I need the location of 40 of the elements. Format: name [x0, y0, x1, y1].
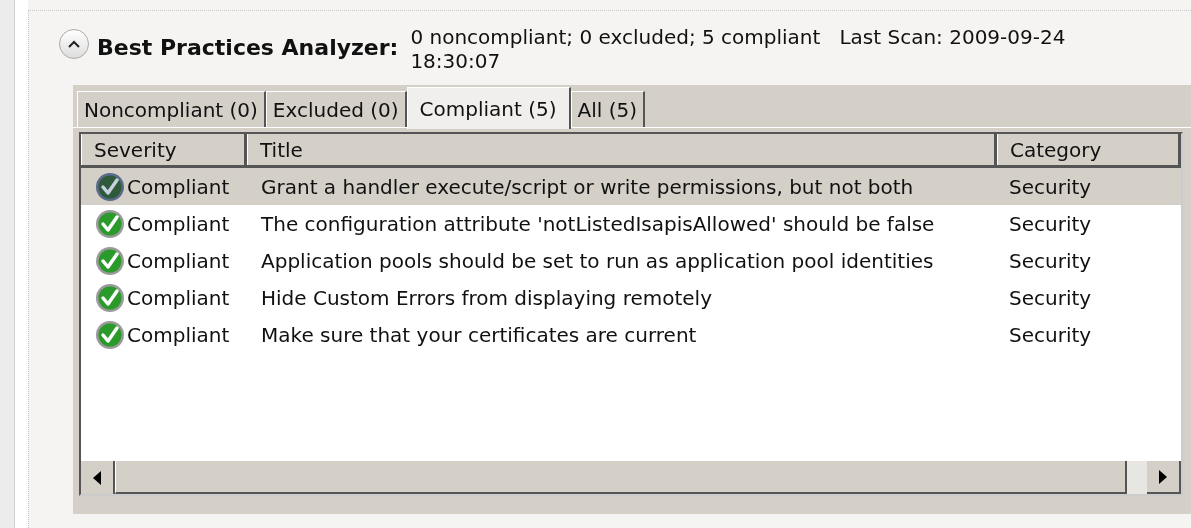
tab[interactable]: All (5): [570, 91, 646, 127]
tab[interactable]: Noncompliant (0): [77, 91, 266, 127]
category-cell: Security: [1009, 248, 1092, 273]
column-header[interactable]: Category: [997, 134, 1181, 165]
title-cell: The configuration attribute 'notListedIsapisAllowed' should be false: [261, 211, 935, 236]
check-icon: [95, 282, 125, 313]
title-cell: Application pools should be set to run as application pool identities: [261, 248, 934, 273]
severity-cell-text: Compliant: [127, 321, 230, 349]
section-title: Best Practices Analyzer:: [97, 34, 399, 62]
check-icon: [95, 208, 125, 239]
table-row[interactable]: Compliant Application pools should be set to run as application pool identities Security: [81, 242, 1181, 279]
check-icon: [95, 171, 125, 202]
scroll-right-button[interactable]: [1147, 461, 1181, 494]
column-header[interactable]: Severity: [81, 134, 247, 165]
severity-cell-text: Compliant: [127, 247, 230, 275]
tab[interactable]: Excluded (0): [265, 91, 407, 127]
table-row[interactable]: Compliant Hide Custom Errors from displaying remotely Security: [81, 279, 1181, 316]
left-arrow-icon: [93, 470, 101, 485]
check-icon: [95, 319, 125, 350]
tab[interactable]: Compliant (5): [406, 87, 571, 129]
title-cell: Make sure that your certificates are current: [261, 322, 697, 347]
category-cell: Security: [1009, 322, 1092, 347]
severity-cell-text: Compliant: [127, 173, 230, 201]
scroll-track[interactable]: [1127, 461, 1147, 494]
table-row[interactable]: Compliant The configuration attribute 'notListedIsapisAllowed' should be false Security: [81, 205, 1181, 242]
title-cell: Hide Custom Errors from displaying remotely: [261, 285, 712, 310]
category-cell: Security: [1009, 174, 1092, 199]
check-icon: [95, 245, 125, 276]
title-cell: Grant a handler execute/script or write permissions, but not both: [261, 174, 914, 199]
right-arrow-icon: [1159, 469, 1167, 484]
caret-icon: [68, 40, 80, 48]
table-row[interactable]: Compliant Make sure that your certificates are current Security: [81, 316, 1181, 353]
table-row[interactable]: Compliant Grant a handler execute/script or write permissions, but not both Security: [81, 168, 1181, 205]
category-cell: Security: [1009, 285, 1092, 310]
column-header[interactable]: Title: [247, 134, 997, 165]
collapse-button[interactable]: [59, 29, 89, 59]
scan-summary: 0 noncompliant; 0 excluded; 5 compliant Last Scan: 2009-09-24 18:30:07: [410, 25, 1067, 73]
category-cell: Security: [1009, 211, 1092, 236]
severity-cell-text: Compliant: [127, 210, 230, 238]
severity-cell-text: Compliant: [127, 284, 230, 312]
